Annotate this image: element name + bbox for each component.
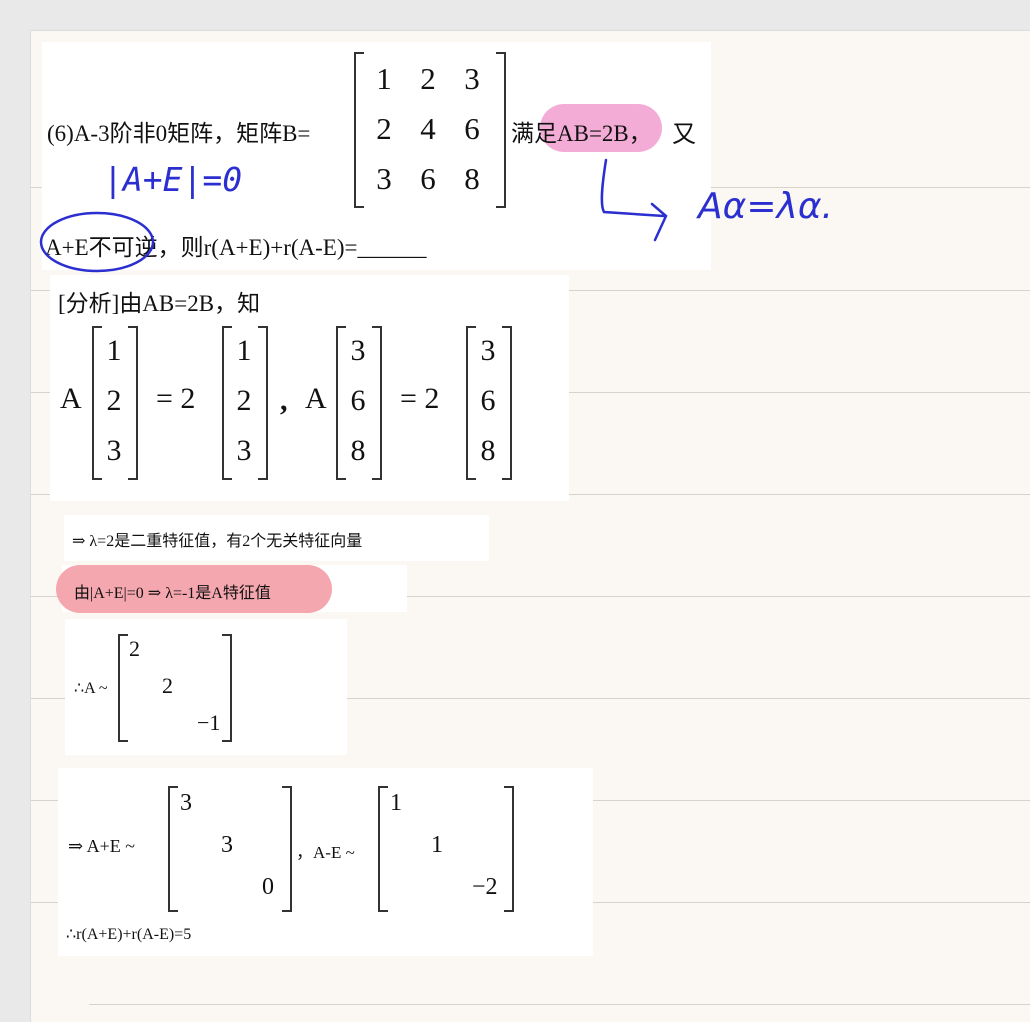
matrix-bracket-right: [282, 786, 292, 912]
vector-cell: 6: [480, 384, 496, 417]
step4-prefix1: ⇒ A+E ~: [68, 836, 135, 856]
diag-entry: −1: [197, 710, 221, 735]
column-vector: 1 2 3: [228, 326, 260, 476]
diag-entry: 2: [129, 636, 140, 661]
eq2-equals: = 2: [400, 382, 440, 415]
matrix-bracket-right: [222, 634, 232, 742]
ink-arrow: [600, 158, 668, 242]
diag-entry: 3: [221, 832, 233, 858]
diag-entry: 3: [180, 790, 192, 816]
vector-cell: 6: [350, 384, 366, 417]
diag-entry: 1: [390, 790, 402, 816]
vector-cell: 3: [106, 434, 122, 467]
diag-entry: 1: [431, 832, 443, 858]
vector-cell: 8: [480, 434, 496, 467]
vector-cell: 3: [480, 334, 496, 367]
vector-cell: 3: [236, 434, 252, 467]
matrix-bracket-left: [118, 634, 128, 742]
vector-cell: 8: [350, 434, 366, 467]
matrix-bracket-left: [378, 786, 388, 912]
eq1-equals: = 2: [156, 382, 196, 415]
step2-text: 由|A+E|=0 ⇒ λ=-1是A特征值: [74, 585, 271, 602]
vector-cell: 2: [106, 384, 122, 417]
analysis-heading: [分析]由AB=2B，知: [58, 291, 261, 316]
ink-circle: [39, 211, 155, 273]
vector-cell: 3: [350, 334, 366, 367]
step4-separator: ，A-E ~: [296, 843, 355, 862]
diag-entry: 2: [162, 673, 173, 698]
vector-cell: 1: [236, 334, 252, 367]
diag-entry: −2: [472, 874, 498, 900]
step3-prefix: ∴A ~: [74, 680, 108, 697]
matrix-bracket-left: [168, 786, 178, 912]
column-vector: 1 2 3: [98, 326, 130, 476]
step4-conclusion: ∴r(A+E)+r(A-E)=5: [66, 926, 192, 943]
diag-entry: 0: [262, 874, 274, 900]
vector-cell: 2: [236, 384, 252, 417]
matrix-bracket-right: [504, 786, 514, 912]
eq2-lhs: A: [305, 382, 327, 415]
vector-cell: 1: [106, 334, 122, 367]
eq1-lhs: A: [60, 382, 82, 415]
column-vector: 3 6 8: [472, 326, 504, 476]
eq-comma: ,: [280, 384, 288, 417]
step1-text: ⇒ λ=2是二重特征值，有2个无关特征向量: [72, 533, 363, 550]
column-vector: 3 6 8: [342, 326, 374, 476]
